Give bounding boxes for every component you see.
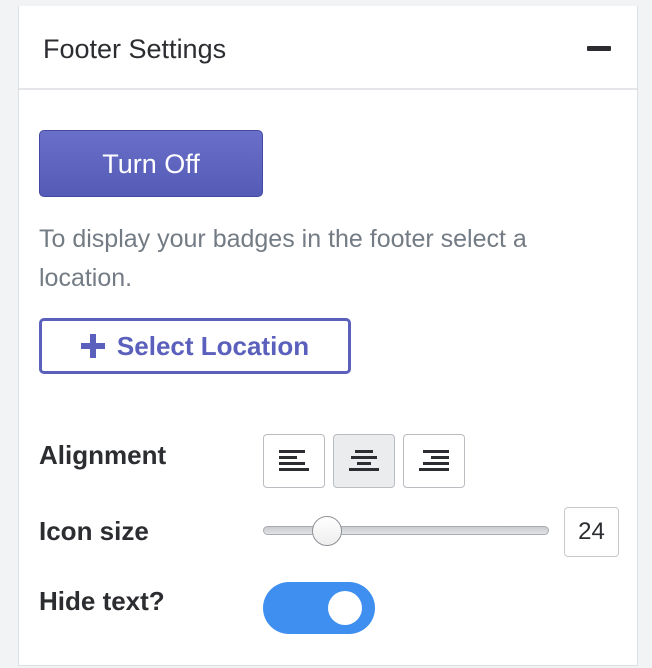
collapse-button[interactable]	[587, 34, 613, 64]
minus-icon	[587, 46, 611, 51]
turn-off-button[interactable]: Turn Off	[39, 130, 263, 197]
align-left-icon	[279, 450, 309, 471]
slider-thumb[interactable]	[311, 516, 342, 546]
alignment-label: Alignment	[39, 440, 167, 470]
select-location-label: Select Location	[116, 330, 310, 361]
select-location-button[interactable]: Select Location	[39, 318, 351, 374]
toggle-knob	[328, 591, 362, 625]
alignment-group	[263, 434, 465, 488]
align-right-icon	[419, 450, 449, 471]
plus-icon	[80, 334, 105, 358]
help-text: To display your badges in the footer sel…	[39, 225, 527, 292]
slider-track	[263, 526, 549, 535]
icon-size-value[interactable]: 24	[564, 507, 619, 557]
panel-header: Footer Settings	[19, 6, 637, 90]
footer-settings-panel: Footer Settings Turn Off To display your…	[18, 6, 638, 666]
hide-text-toggle[interactable]	[263, 582, 375, 634]
icon-size-label: Icon size	[39, 516, 149, 546]
align-center-button[interactable]	[333, 434, 395, 488]
icon-size-slider[interactable]	[263, 516, 549, 546]
align-right-button[interactable]	[403, 434, 465, 488]
align-center-icon	[349, 450, 379, 471]
panel-title: Footer Settings	[43, 34, 227, 64]
align-left-button[interactable]	[263, 434, 325, 488]
hide-text-label: Hide text?	[39, 586, 165, 616]
